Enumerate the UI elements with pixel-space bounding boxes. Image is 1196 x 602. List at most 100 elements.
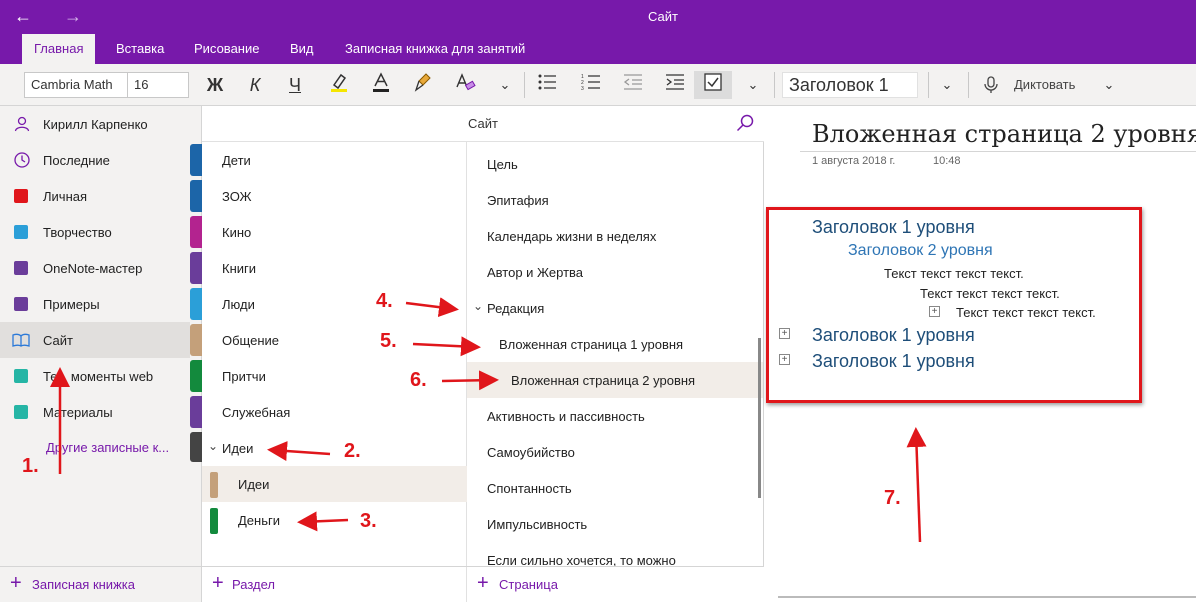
section-label: Люди [222, 297, 255, 312]
notebook-item-personal[interactable]: Личная [0, 178, 190, 214]
notebook-icon [14, 405, 28, 419]
open-book-icon [12, 333, 30, 347]
font-name-box[interactable]: Cambria Math [24, 72, 128, 98]
page-label: Вложенная страница 1 уровня [499, 337, 684, 352]
notebook-item-materials[interactable]: Материалы [0, 394, 190, 430]
page-item[interactable]: Если сильно хочется, то можно [467, 542, 763, 566]
page-title[interactable]: Вложенная страница 2 уровня [812, 120, 1196, 148]
more-notebooks-link[interactable]: Другие записные к... [46, 440, 169, 455]
tab-class-notebook[interactable]: Записная книжка для занятий [333, 34, 537, 64]
format-painter-icon[interactable] [408, 71, 438, 99]
subpage-item-level-1[interactable]: Вложенная страница 1 уровня [467, 326, 763, 362]
page-label: Если сильно хочется, то можно [487, 553, 676, 566]
page-label: Вложенная страница 2 уровня [511, 373, 696, 388]
section-item[interactable]: Дети [202, 142, 467, 178]
pages-scrollbar[interactable] [758, 338, 761, 498]
notebook-label: OneNote-мастер [43, 261, 143, 276]
page-item-redaction[interactable]: ⌄ Редакция [467, 290, 763, 326]
microphone-icon [984, 76, 998, 93]
numbered-list-icon[interactable]: 123 [576, 71, 606, 99]
page-item[interactable]: Импульсивность [467, 506, 763, 542]
search-scope-title: Сайт [468, 116, 498, 131]
notebooks-pane: Кирилл Карпенко Последние Личная Творчес… [0, 106, 202, 602]
tab-view[interactable]: Вид [278, 34, 326, 64]
annotation-number: 2. [344, 440, 361, 462]
horizontal-scrollbar[interactable] [778, 596, 1196, 598]
add-page-label: Страница [499, 577, 558, 592]
page-label: Календарь жизни в неделях [487, 229, 657, 244]
section-item[interactable]: Люди [202, 286, 467, 322]
user-account[interactable]: Кирилл Карпенко [0, 106, 202, 142]
section-group-ideas[interactable]: ⌄ Идеи [202, 430, 467, 466]
page-label: Цель [487, 157, 518, 172]
add-notebook-label: Записная книжка [32, 577, 135, 592]
plus-icon: + [477, 572, 489, 594]
notebook-icon [14, 189, 28, 203]
add-page-button[interactable]: + Страница [467, 566, 764, 602]
notebook-icon [14, 225, 28, 239]
page-item[interactable]: Самоубийство [467, 434, 763, 470]
font-size-box[interactable]: 16 [127, 72, 189, 98]
tab-insert[interactable]: Вставка [104, 34, 176, 64]
page-label: Автор и Жертва [487, 265, 584, 280]
annotation-number: 5. [380, 330, 397, 352]
section-item[interactable]: Кино [202, 214, 467, 250]
page-item[interactable]: Эпитафия [467, 182, 763, 218]
svg-text:3: 3 [581, 86, 584, 91]
notebook-item-site[interactable]: Сайт [0, 322, 190, 358]
notebook-item-onenote-master[interactable]: OneNote-мастер [0, 250, 190, 286]
decrease-indent-icon[interactable] [618, 71, 648, 99]
chevron-down-icon[interactable]: ⌄ [932, 71, 962, 99]
style-selector[interactable]: Заголовок 1 [782, 72, 918, 98]
section-label: ЗОЖ [222, 189, 252, 204]
search-header: Сайт [202, 106, 764, 142]
font-color-icon[interactable] [366, 71, 396, 99]
pages-pane: Цель Эпитафия Календарь жизни в неделях … [467, 142, 764, 566]
notebook-color-tab [190, 180, 202, 212]
page-item[interactable]: Активность и пассивность [467, 398, 763, 434]
add-section-button[interactable]: + Раздел [202, 566, 467, 602]
page-time: 10:48 [933, 155, 961, 167]
chevron-down-icon[interactable]: ⌄ [1094, 71, 1124, 99]
notebook-color-tab [190, 288, 202, 320]
checkbox-tag-icon[interactable] [694, 71, 732, 99]
bullet-list-icon[interactable] [532, 71, 562, 99]
section-item[interactable]: Служебная [202, 394, 467, 430]
tab-home[interactable]: Главная [22, 34, 96, 64]
notebook-item-recent[interactable]: Последние [0, 142, 190, 178]
notebook-item-web-notes[interactable]: Тех. моменты web [0, 358, 190, 394]
highlight-icon[interactable] [324, 71, 354, 99]
italic-button[interactable]: К [240, 71, 270, 99]
page-item[interactable]: Автор и Жертва [467, 254, 763, 290]
section-item[interactable]: Книги [202, 250, 467, 286]
page-item[interactable]: Спонтанность [467, 470, 763, 506]
clear-formatting-icon[interactable] [450, 71, 480, 99]
section-item-ideas[interactable]: Идеи [202, 466, 467, 502]
add-notebook-button[interactable]: + Записная книжка [0, 566, 202, 602]
page-item[interactable]: Цель [467, 146, 763, 182]
person-icon [14, 116, 30, 132]
subpage-item-level-2[interactable]: Вложенная страница 2 уровня [467, 362, 763, 398]
page-item[interactable]: Календарь жизни в неделях [467, 218, 763, 254]
section-item[interactable]: Притчи [202, 358, 467, 394]
section-item-money[interactable]: Деньги [202, 502, 467, 538]
chevron-down-icon[interactable]: ⌄ [490, 71, 520, 99]
chevron-down-icon[interactable]: ⌄ [473, 299, 483, 313]
section-label: Идеи [238, 477, 270, 492]
dictate-label: Диктовать [1014, 77, 1076, 92]
search-icon[interactable] [736, 114, 754, 132]
notebook-item-creativity[interactable]: Творчество [0, 214, 190, 250]
page-label: Импульсивность [487, 517, 588, 532]
notebook-item-examples[interactable]: Примеры [0, 286, 190, 322]
section-item[interactable]: ЗОЖ [202, 178, 467, 214]
chevron-down-icon[interactable]: ⌄ [208, 439, 218, 453]
notebook-color-tab [190, 324, 202, 356]
underline-button[interactable]: Ч [280, 71, 310, 99]
increase-indent-icon[interactable] [660, 71, 690, 99]
section-item[interactable]: Общение [202, 322, 467, 358]
tab-draw[interactable]: Рисование [182, 34, 271, 64]
ribbon-divider [968, 72, 969, 98]
bold-button[interactable]: Ж [200, 71, 230, 99]
chevron-down-icon[interactable]: ⌄ [738, 71, 768, 99]
notebook-color-tab [190, 396, 202, 428]
